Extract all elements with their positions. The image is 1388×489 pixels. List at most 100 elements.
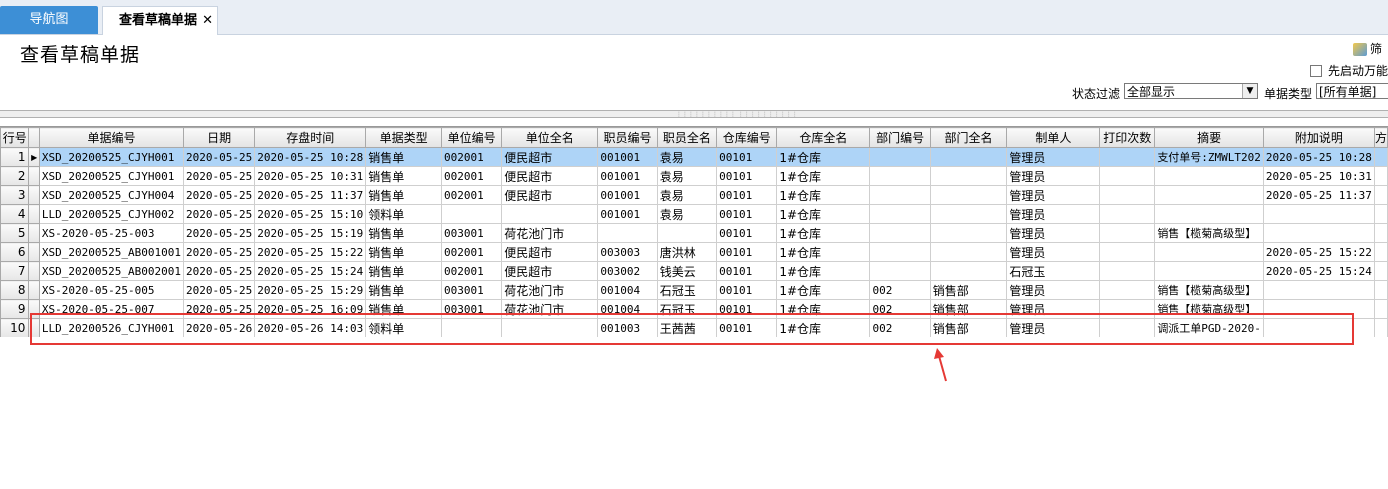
table-cell[interactable]: 销售【榄菊高级型】	[1154, 299, 1264, 319]
table-cell[interactable]	[1154, 185, 1264, 205]
table-cell[interactable]: 2020-05-25	[182, 280, 256, 300]
table-row[interactable]: 7 XSD_20200525_AB002001 2020-05-25 2020-05-…	[0, 261, 1388, 281]
table-cell[interactable]: 1#仓库	[776, 185, 871, 205]
table-cell[interactable]: XS-2020-05-25-003	[38, 223, 185, 243]
column-header[interactable]: 单据类型	[365, 127, 443, 148]
table-cell[interactable]: 便民超市	[501, 242, 599, 262]
table-row[interactable]: 5 XS-2020-05-25-003 2020-05-25 2020-05-25 1…	[0, 223, 1388, 243]
table-cell[interactable]: 001001	[597, 204, 658, 224]
table-cell[interactable]: 销售单	[365, 147, 443, 167]
table-cell[interactable]: 管理员	[1006, 185, 1101, 205]
table-cell[interactable]: 便民超市	[501, 147, 599, 167]
table-cell[interactable]: 1#仓库	[776, 299, 871, 319]
table-cell[interactable]: 003003	[597, 242, 658, 262]
table-cell[interactable]	[929, 166, 1008, 186]
table-cell[interactable]	[1154, 166, 1264, 186]
table-cell[interactable]: 销售部	[929, 280, 1008, 300]
table-cell[interactable]: 00101	[716, 261, 778, 281]
table-cell[interactable]	[929, 242, 1008, 262]
table-cell[interactable]: 2020-05-25 11:37	[254, 185, 367, 205]
table-cell[interactable]: 2020-05-25 15:22	[254, 242, 367, 262]
table-cell[interactable]	[1154, 242, 1264, 262]
table-cell[interactable]: 2020-05-25 16:09	[254, 299, 367, 319]
table-row[interactable]: 4 LLD_20200525_CJYH002 2020-05-25 2020-05-2…	[0, 204, 1388, 224]
table-cell[interactable]	[441, 318, 503, 337]
table-cell[interactable]	[929, 147, 1008, 167]
tab-navigation[interactable]: 导航图	[0, 6, 98, 34]
column-header[interactable]: 职员全名	[656, 127, 718, 148]
table-cell[interactable]: 石冠玉	[656, 280, 718, 300]
table-cell[interactable]: 001001	[597, 166, 658, 186]
table-row[interactable]: 8 XS-2020-05-25-005 2020-05-25 2020-05-25 1…	[0, 280, 1388, 300]
table-cell[interactable]: 00101	[716, 242, 778, 262]
table-cell[interactable]: 00101	[716, 299, 778, 319]
table-cell[interactable]: 销售部	[929, 299, 1008, 319]
column-header[interactable]: 单据编号	[38, 127, 185, 148]
table-cell[interactable]: 2020-05-25 10:31	[254, 166, 367, 186]
table-cell[interactable]: 003001	[441, 223, 503, 243]
table-cell[interactable]: XSD_20200525_AB002001	[38, 261, 185, 281]
table-cell[interactable]: 1#仓库	[776, 261, 871, 281]
table-cell[interactable]	[869, 204, 931, 224]
table-cell[interactable]: XSD_20200525_CJYH001	[38, 166, 185, 186]
table-cell[interactable]: 钱美云	[656, 261, 718, 281]
table-cell[interactable]: 2020-05-25	[182, 242, 256, 262]
table-cell[interactable]: 00101	[716, 280, 778, 300]
column-header[interactable]: 行号	[0, 127, 30, 148]
table-cell[interactable]: 1#仓库	[776, 280, 871, 300]
column-header[interactable]: 打印次数	[1099, 127, 1156, 148]
table-cell[interactable]: 销售单	[365, 185, 443, 205]
table-cell[interactable]: 管理员	[1006, 242, 1101, 262]
table-cell[interactable]: 2020-05-25 15:19	[254, 223, 367, 243]
table-cell[interactable]	[1099, 280, 1156, 300]
table-cell[interactable]: 领料单	[365, 318, 443, 337]
table-cell[interactable]: XS-2020-05-25-005	[38, 280, 185, 300]
table-cell[interactable]	[1099, 166, 1156, 186]
table-cell[interactable]: 荷花池门市	[501, 280, 599, 300]
table-cell[interactable]: 销售单	[365, 261, 443, 281]
table-cell[interactable]: 唐洪林	[656, 242, 718, 262]
table-cell[interactable]: 荷花池门市	[501, 299, 599, 319]
column-header[interactable]: 单位全名	[501, 127, 599, 148]
table-cell[interactable]	[501, 318, 599, 337]
table-cell[interactable]	[929, 223, 1008, 243]
column-header[interactable]: 制单人	[1006, 127, 1101, 148]
table-cell[interactable]: 002001	[441, 261, 503, 281]
status-filter-select[interactable]: 全部显示 ▼	[1124, 83, 1258, 99]
table-cell[interactable]: 销售单	[365, 299, 443, 319]
table-cell[interactable]: 2020-05-25 15:29	[254, 280, 367, 300]
chevron-down-icon[interactable]: ▼	[1242, 84, 1257, 98]
table-cell[interactable]: 00101	[716, 318, 778, 337]
table-cell[interactable]: 00101	[716, 223, 778, 243]
table-cell[interactable]: 1#仓库	[776, 204, 871, 224]
table-cell[interactable]: 2020-05-25	[182, 204, 256, 224]
table-cell[interactable]: 003001	[441, 299, 503, 319]
table-cell[interactable]: 销售【榄菊高级型】	[1154, 223, 1264, 243]
table-cell[interactable]: XSD_20200525_CJYH001	[38, 147, 185, 167]
table-cell[interactable]	[1099, 299, 1156, 319]
table-cell[interactable]: 便民超市	[501, 185, 599, 205]
table-cell[interactable]	[869, 147, 931, 167]
column-header[interactable]: 部门编号	[869, 127, 931, 148]
table-cell[interactable]: XS-2020-05-25-007	[38, 299, 185, 319]
table-cell[interactable]	[1262, 280, 1375, 300]
table-cell[interactable]: 2020-05-25 10:31	[1262, 166, 1375, 186]
table-cell[interactable]: 袁易	[656, 185, 718, 205]
column-header[interactable]: 仓库编号	[716, 127, 778, 148]
table-cell[interactable]	[501, 204, 599, 224]
table-cell[interactable]: 2020-05-25 10:28	[1262, 147, 1375, 167]
table-cell[interactable]: 管理员	[1006, 299, 1101, 319]
table-cell[interactable]: 2020-05-25	[182, 261, 256, 281]
table-cell[interactable]	[1099, 223, 1156, 243]
table-cell[interactable]: 003001	[441, 280, 503, 300]
table-cell[interactable]	[1262, 223, 1375, 243]
close-icon[interactable]: ✕	[202, 7, 213, 35]
table-cell[interactable]	[869, 185, 931, 205]
table-cell[interactable]: 00101	[716, 147, 778, 167]
table-cell[interactable]: 便民超市	[501, 261, 599, 281]
table-cell[interactable]	[869, 166, 931, 186]
table-cell[interactable]: 2020-05-26	[182, 318, 256, 337]
column-header[interactable]: 方	[1373, 127, 1388, 148]
table-cell[interactable]: 2020-05-25	[182, 185, 256, 205]
table-cell[interactable]: 管理员	[1006, 166, 1101, 186]
